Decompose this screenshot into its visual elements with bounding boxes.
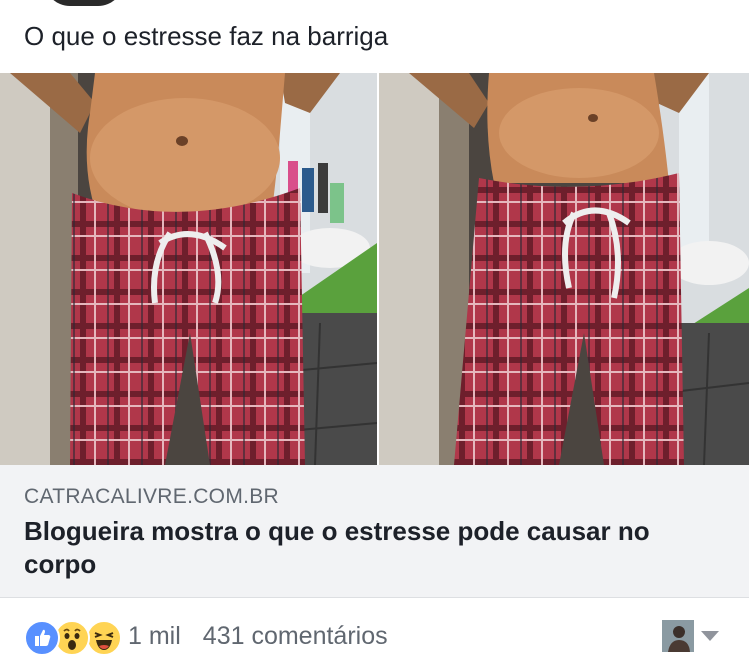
author-avatar[interactable] [44, 0, 124, 6]
before-photo-image [0, 73, 377, 465]
link-preview[interactable]: CATRACALIVRE.COM.BR Blogueira mostra o q… [0, 465, 749, 598]
link-title[interactable]: Blogueira mostra o que o estresse pode c… [24, 515, 724, 581]
link-preview-image[interactable] [0, 73, 749, 465]
before-photo [0, 73, 377, 465]
viewer-avatar[interactable] [662, 620, 694, 652]
after-photo-image [379, 73, 749, 465]
like-icon [24, 620, 60, 656]
reactions-count[interactable]: 1 mil [128, 622, 181, 651]
after-photo [379, 73, 749, 465]
chevron-down-icon[interactable] [701, 631, 719, 641]
link-domain: CATRACALIVRE.COM.BR [24, 485, 280, 508]
haha-icon [86, 620, 122, 656]
post-text: O que o estresse faz na barriga [24, 21, 389, 51]
comments-count[interactable]: 431 comentários [203, 622, 388, 651]
reaction-icons[interactable] [24, 618, 122, 656]
reactions-bar[interactable]: 1 mil 431 comentários [24, 616, 388, 656]
